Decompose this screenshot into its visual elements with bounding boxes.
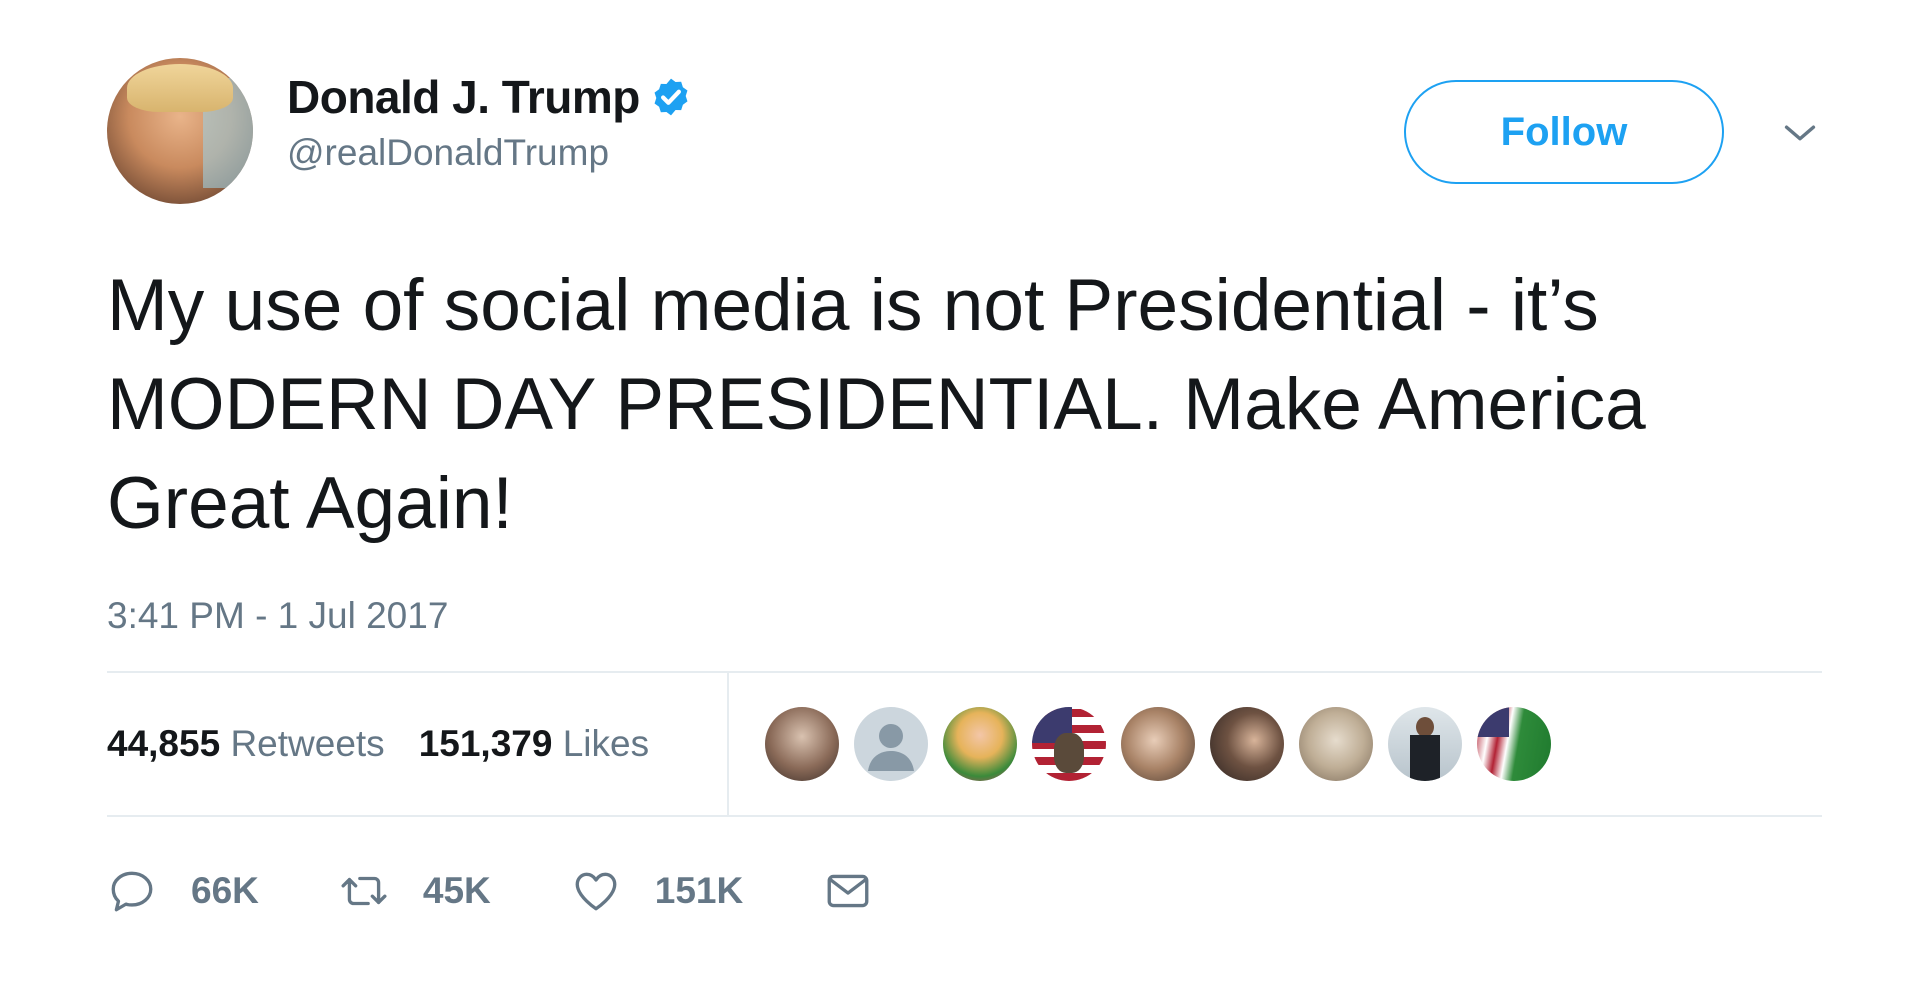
likes-count: 151,379 xyxy=(418,723,553,764)
author-handle[interactable]: @realDonaldTrump xyxy=(287,132,692,174)
heart-icon xyxy=(575,872,617,911)
default-profile-avatar[interactable] xyxy=(854,707,928,781)
likes-stat[interactable]: 151,379 Likes xyxy=(419,723,649,765)
likes-label: Likes xyxy=(562,723,650,764)
stat-counts: 44,855 Retweets 151,379 Likes xyxy=(107,673,729,815)
tweet-stats: 44,855 Retweets 151,379 Likes xyxy=(107,671,1822,817)
reply-count: 66K xyxy=(191,870,259,911)
like-action[interactable]: 151K xyxy=(571,866,743,916)
envelope-icon xyxy=(827,874,869,908)
tweet-card: Donald J. Trump @realDonaldTrump Follow … xyxy=(107,58,1822,919)
us-saudi-flag-avatar[interactable] xyxy=(1477,707,1551,781)
retweet-count: 45K xyxy=(422,870,491,911)
tweet-timestamp[interactable]: 3:41 PM - 1 Jul 2017 xyxy=(107,595,1822,637)
author-info: Donald J. Trump @realDonaldTrump xyxy=(287,70,692,174)
follow-button[interactable]: Follow xyxy=(1404,80,1724,184)
verified-badge-icon xyxy=(650,76,692,118)
retweets-stat[interactable]: 44,855 Retweets xyxy=(107,723,385,765)
like-count: 151K xyxy=(654,870,744,911)
flag-eagle-avatar[interactable] xyxy=(1032,707,1106,781)
blonde-woman-avatar[interactable] xyxy=(943,707,1017,781)
reply-icon xyxy=(111,871,153,912)
tweet-text: My use of social media is not Presidenti… xyxy=(107,265,1646,544)
reply-action[interactable]: 66K xyxy=(107,866,259,916)
chevron-down-icon[interactable] xyxy=(1777,110,1823,156)
liker-avatars xyxy=(729,707,1551,781)
retweet-action[interactable]: 45K xyxy=(339,866,491,916)
author-avatar[interactable] xyxy=(107,58,253,204)
retweet-icon xyxy=(341,876,387,906)
author-name[interactable]: Donald J. Trump xyxy=(287,70,640,124)
person-with-glasses-avatar[interactable] xyxy=(765,707,839,781)
woman-portrait-avatar[interactable] xyxy=(1210,707,1284,781)
tweet-actions: 66K 45K 151K xyxy=(107,863,1822,919)
retweets-count: 44,855 xyxy=(107,723,221,764)
woman-with-child-avatar[interactable] xyxy=(1121,707,1195,781)
direct-message-action[interactable] xyxy=(823,866,873,916)
retweets-label: Retweets xyxy=(230,723,385,764)
avatar-hair xyxy=(127,64,233,112)
tweet-header: Donald J. Trump @realDonaldTrump Follow xyxy=(107,58,1822,206)
man-in-suit-avatar[interactable] xyxy=(1388,707,1462,781)
cat-avatar[interactable] xyxy=(1299,707,1373,781)
author-name-row: Donald J. Trump xyxy=(287,70,692,124)
